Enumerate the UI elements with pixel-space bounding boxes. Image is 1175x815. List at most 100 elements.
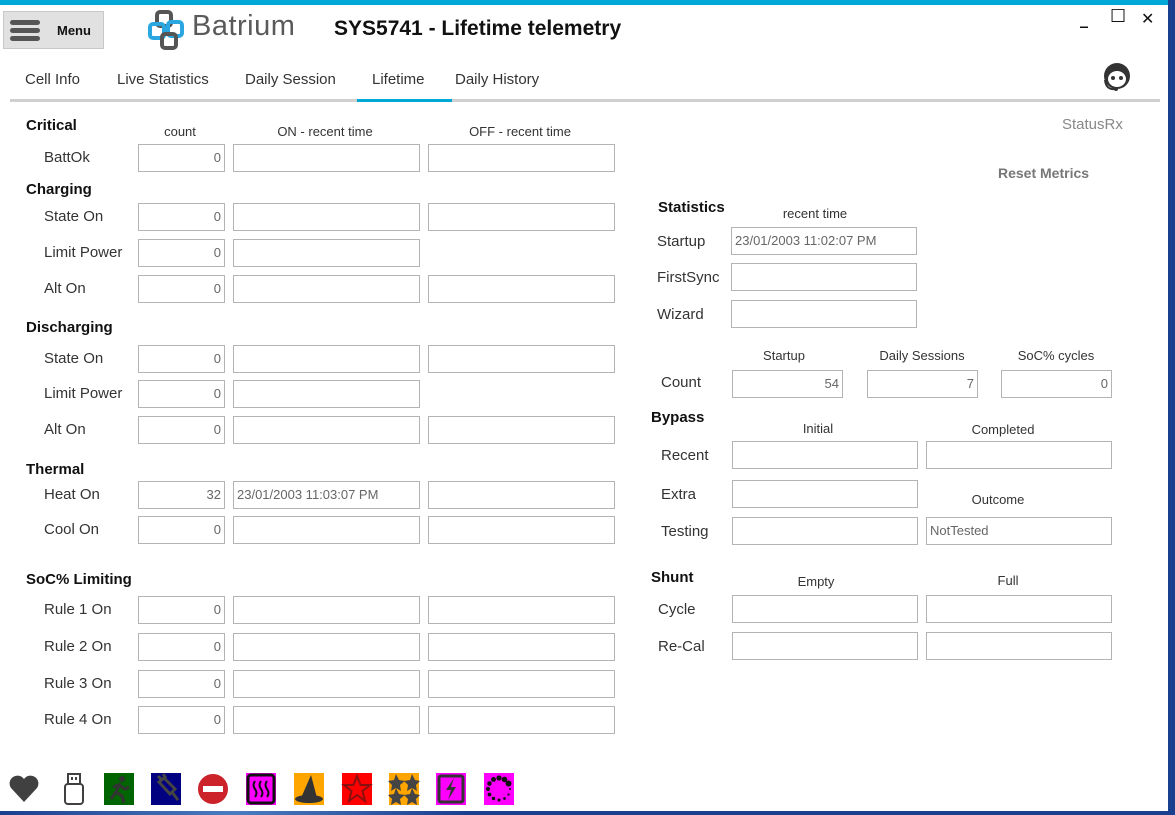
off-time-field[interactable] [428, 416, 615, 444]
row-label: State On [44, 208, 104, 225]
usb-icon[interactable] [58, 772, 90, 806]
running-man-icon[interactable] [103, 772, 135, 806]
page-title: SYS5741 - Lifetime telemetry [334, 17, 622, 40]
on-time-field[interactable] [233, 416, 420, 444]
menu-button[interactable]: Menu [3, 11, 104, 49]
recent-time-field[interactable]: 23/01/2003 11:02:07 PM [731, 227, 917, 255]
active-tab-indicator [357, 99, 452, 102]
on-time-field[interactable] [233, 345, 420, 373]
column-header-count: count [164, 124, 196, 139]
batrium-logo-icon [148, 10, 184, 50]
on-time-field[interactable]: 23/01/2003 11:03:07 PM [233, 481, 420, 509]
section-heading: Charging [26, 181, 92, 198]
column-header: Daily Sessions [879, 348, 965, 363]
row-label: Heat On [44, 486, 100, 503]
column-header-outcome: Outcome [971, 492, 1025, 507]
tab-daily-history[interactable]: Daily History [455, 71, 539, 88]
count-field[interactable]: 54 [732, 370, 843, 398]
count-field[interactable]: 0 [1001, 370, 1112, 398]
initial-field[interactable] [732, 517, 918, 545]
count-field[interactable]: 0 [138, 239, 225, 267]
row-label: Rule 2 On [44, 638, 112, 655]
wizard-hat-icon[interactable] [293, 772, 325, 806]
reset-metrics-button[interactable]: Reset Metrics [998, 165, 1089, 181]
section-heading: Discharging [26, 319, 113, 336]
column-header-full: Full [997, 573, 1019, 588]
full-field[interactable] [926, 632, 1112, 660]
off-time-field[interactable] [428, 275, 615, 303]
column-header-recent-time: recent time [782, 206, 848, 221]
off-time-field[interactable] [428, 633, 615, 661]
section-heading: Bypass [651, 409, 705, 426]
full-field[interactable] [926, 595, 1112, 623]
maximize-button[interactable]: ☐ [1110, 6, 1126, 27]
off-time-field[interactable] [428, 481, 615, 509]
on-time-field[interactable] [233, 706, 420, 734]
count-field[interactable]: 0 [138, 203, 225, 231]
section-heading: SoC% Limiting [26, 571, 132, 588]
on-time-field[interactable] [233, 144, 420, 172]
count-field[interactable]: 0 [138, 275, 225, 303]
count-field[interactable]: 0 [138, 706, 225, 734]
on-time-field[interactable] [233, 596, 420, 624]
no-entry-icon[interactable] [197, 772, 229, 806]
support-headset-icon[interactable] [1100, 60, 1134, 94]
off-time-field[interactable] [428, 345, 615, 373]
empty-field[interactable] [732, 632, 918, 660]
on-time-field[interactable] [233, 239, 420, 267]
star-icon[interactable] [341, 772, 373, 806]
off-time-field[interactable] [428, 203, 615, 231]
off-time-field[interactable] [428, 670, 615, 698]
on-time-field[interactable] [233, 670, 420, 698]
count-field[interactable]: 0 [138, 516, 225, 544]
off-time-field[interactable] [428, 706, 615, 734]
count-field[interactable]: 0 [138, 380, 225, 408]
off-time-field[interactable] [428, 144, 615, 172]
off-time-field[interactable] [428, 516, 615, 544]
empty-field[interactable] [732, 595, 918, 623]
heater-icon[interactable] [245, 772, 277, 806]
menu-label: Menu [57, 23, 91, 38]
count-field[interactable]: 0 [138, 633, 225, 661]
row-label: BattOk [44, 149, 90, 166]
initial-field[interactable] [732, 441, 918, 469]
tab-daily-session[interactable]: Daily Session [245, 71, 336, 88]
close-button[interactable]: ✕ [1141, 9, 1154, 28]
column-header-on: ON - recent time [277, 124, 373, 139]
on-time-field[interactable] [233, 203, 420, 231]
on-time-field[interactable] [233, 275, 420, 303]
completed-field[interactable] [926, 441, 1112, 469]
count-field[interactable]: 32 [138, 481, 225, 509]
column-header: SoC% cycles [1017, 348, 1095, 363]
brand-name: Batrium [192, 10, 296, 42]
outcome-field[interactable]: NotTested [926, 517, 1112, 545]
count-field[interactable]: 0 [138, 144, 225, 172]
minimize-button[interactable]: _ [1080, 9, 1088, 28]
count-field[interactable]: 0 [138, 416, 225, 444]
count-field[interactable]: 0 [138, 670, 225, 698]
row-label: Alt On [44, 280, 86, 297]
recent-time-field[interactable] [731, 300, 917, 328]
count-field[interactable]: 0 [138, 345, 225, 373]
heart-icon[interactable] [8, 772, 40, 806]
off-time-field[interactable] [428, 596, 615, 624]
on-time-field[interactable] [233, 633, 420, 661]
on-time-field[interactable] [233, 380, 420, 408]
tab-live-statistics[interactable]: Live Statistics [117, 71, 209, 88]
tab-lifetime[interactable]: Lifetime [372, 71, 425, 88]
row-label: Cool On [44, 521, 100, 538]
lightning-icon[interactable] [435, 772, 467, 806]
spinner-dots-icon[interactable] [483, 772, 515, 806]
unplugged-icon[interactable] [150, 772, 182, 806]
row-label: Rule 4 On [44, 711, 112, 728]
recent-time-field[interactable] [731, 263, 917, 291]
column-header: Startup [763, 348, 805, 363]
count-field[interactable]: 7 [867, 370, 978, 398]
taskbar-edge [0, 811, 1175, 815]
count-field[interactable]: 0 [138, 596, 225, 624]
initial-field[interactable] [732, 480, 918, 508]
tab-cell-info[interactable]: Cell Info [25, 71, 80, 88]
stars-icon[interactable] [388, 772, 420, 806]
on-time-field[interactable] [233, 516, 420, 544]
row-label: Limit Power [44, 385, 123, 402]
